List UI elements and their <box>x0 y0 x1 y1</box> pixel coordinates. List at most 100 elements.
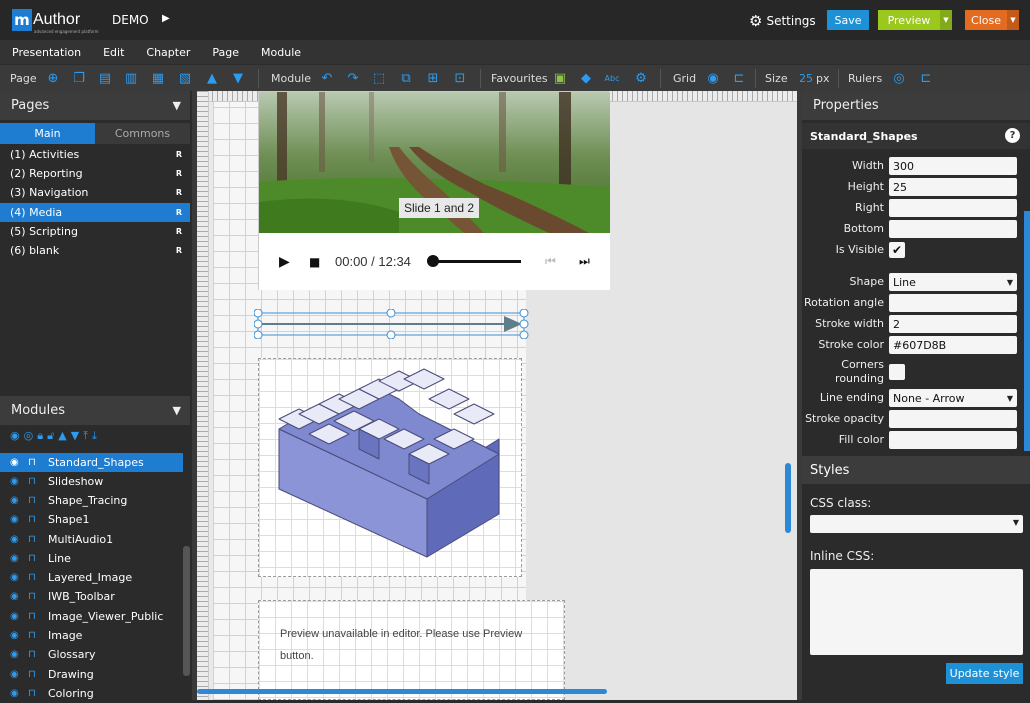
paste-page-icon[interactable]: ▦ <box>149 69 167 87</box>
ruler-snap-icon[interactable]: ⊏ <box>917 69 935 87</box>
unlock-icon[interactable]: ⊓ <box>28 611 48 622</box>
eye-off-icon[interactable]: ◎ <box>890 69 908 87</box>
rotation-input[interactable] <box>889 294 1017 312</box>
eye-icon[interactable]: ◉ <box>704 69 722 87</box>
update-style-button[interactable]: Update style <box>946 663 1023 684</box>
stroke-color-input[interactable]: #607D8B <box>889 336 1017 354</box>
menu-chapter[interactable]: Chapter <box>146 46 190 59</box>
shape-icon[interactable]: ◆ <box>577 69 595 87</box>
menu-presentation[interactable]: Presentation <box>12 46 81 59</box>
group-icon[interactable]: ⧉ <box>397 69 415 87</box>
page-item[interactable]: (2) Reporting R <box>0 164 190 183</box>
image-icon[interactable]: ▣ <box>551 69 569 87</box>
right-input[interactable] <box>889 199 1017 217</box>
module-item[interactable]: ◉ ⊓ Image_Viewer_Public <box>0 607 183 626</box>
progress-handle[interactable] <box>427 255 439 267</box>
pages-icon[interactable]: ▥ <box>122 69 140 87</box>
slideshow-module[interactable]: Slide 1 and 2 ▶ ■ 00:00 / 12:34 ⏮︎ ⏭︎ <box>258 91 610 290</box>
eye-icon[interactable]: ◉ <box>10 572 28 583</box>
horizontal-scrollbar[interactable] <box>197 689 607 694</box>
vertical-scrollbar[interactable] <box>785 463 791 533</box>
unlock-icon[interactable]: ⊓ <box>28 688 48 699</box>
text-module[interactable]: Preview unavailable in editor. Please us… <box>258 600 565 700</box>
properties-scrollbar[interactable] <box>1024 211 1030 451</box>
unlock-icon[interactable]: ⊓ <box>28 495 48 506</box>
help-icon[interactable]: ? <box>1005 128 1020 143</box>
unlock-icon[interactable]: ⊓ <box>28 514 48 525</box>
module-item[interactable]: ◉ ⊓ Slideshow <box>0 472 183 491</box>
module-item[interactable]: ◉ ⊓ Shape1 <box>0 510 183 529</box>
module-item[interactable]: ◉ ⊓ Glossary <box>0 645 183 664</box>
page-item[interactable]: (5) Scripting R <box>0 222 190 241</box>
book-icon[interactable]: ▤ <box>96 69 114 87</box>
arrow-up-icon[interactable]: ▲ <box>203 69 221 87</box>
project-name[interactable]: DEMO <box>112 13 149 27</box>
corners-rounding-checkbox[interactable] <box>889 364 905 380</box>
page-item-selected[interactable]: (4) Media R <box>0 203 190 222</box>
arrow-down-icon[interactable]: ▼ <box>229 69 247 87</box>
unlock-icon[interactable]: ⊓ <box>28 457 48 468</box>
module-item[interactable]: ◉ ⊓ Line <box>0 549 183 568</box>
chevron-down-icon[interactable]: ▼ <box>1007 10 1019 30</box>
grid-size-value[interactable]: 25 <box>799 72 813 85</box>
stop-icon[interactable]: ■ <box>309 255 320 269</box>
redo-icon[interactable]: ↷ <box>344 69 362 87</box>
unlock-icon[interactable]: ⊓ <box>28 553 48 564</box>
close-button[interactable]: Close ▼ <box>965 10 1019 30</box>
page-item[interactable]: (3) Navigation R <box>0 183 190 202</box>
line-ending-select[interactable]: None - Arrow <box>889 389 1017 407</box>
page-item[interactable]: (1) Activities R <box>0 145 190 164</box>
lock-all-icon[interactable]: 🔒︎ <box>37 429 43 443</box>
lock-page-icon[interactable]: ▧ <box>176 69 194 87</box>
module-item[interactable]: ◉ ⊓ Shape_Tracing <box>0 491 183 510</box>
duplicate-page-icon[interactable]: ❐ <box>70 69 88 87</box>
module-item[interactable]: ◉ ⊓ Drawing <box>0 665 183 684</box>
move-bottom-icon[interactable]: ⤓ <box>92 429 97 443</box>
unlock-icon[interactable]: ⊓ <box>28 572 48 583</box>
undo-icon[interactable]: ↶ <box>318 69 336 87</box>
eye-icon[interactable]: ◉ <box>10 514 28 525</box>
progress-track[interactable] <box>431 260 521 263</box>
editor-canvas-area[interactable]: Slide 1 and 2 ▶ ■ 00:00 / 12:34 ⏮︎ ⏭︎ Pr… <box>197 91 797 700</box>
eye-icon[interactable]: ◉ <box>10 630 28 641</box>
fill-color-input[interactable] <box>889 431 1017 449</box>
shape-select[interactable]: Line <box>889 273 1017 291</box>
select-icon[interactable]: ⬚ <box>370 69 388 87</box>
add-page-icon[interactable]: ⊕ <box>44 69 62 87</box>
unlock-icon[interactable]: ⊓ <box>28 476 48 487</box>
hide-all-icon[interactable]: ◎ <box>24 429 34 443</box>
play-icon[interactable]: ▶ <box>279 254 290 270</box>
impossible-staircase-module[interactable] <box>258 358 522 577</box>
menu-module[interactable]: Module <box>261 46 301 59</box>
snap-icon[interactable]: ⊏ <box>730 69 748 87</box>
height-input[interactable]: 25 <box>889 178 1017 196</box>
eye-icon[interactable]: ◉ <box>10 534 28 545</box>
collapse-icon[interactable]: ▼ <box>173 404 181 417</box>
add-module-icon[interactable]: ⊡ <box>451 69 469 87</box>
gear-icon[interactable]: ⚙ <box>632 69 650 87</box>
stroke-width-input[interactable]: 2 <box>889 315 1017 333</box>
next-icon[interactable]: ⏭︎ <box>579 254 590 269</box>
module-item[interactable]: ◉ ⊓ Coloring <box>0 684 183 703</box>
tab-commons[interactable]: Commons <box>95 123 190 144</box>
unlock-icon[interactable]: ⊓ <box>28 649 48 660</box>
module-item[interactable]: ◉ ⊓ Layered_Image <box>0 568 183 587</box>
arrow-up-icon[interactable]: ▲ <box>58 429 66 443</box>
move-top-icon[interactable]: ⤒ <box>83 429 88 443</box>
page-item[interactable]: (6) blank R <box>0 241 190 260</box>
play-icon[interactable]: ▶ <box>162 13 170 24</box>
preview-button[interactable]: Preview ▼ <box>878 10 952 30</box>
collapse-icon[interactable]: ▼ <box>173 99 181 112</box>
eye-icon[interactable]: ◉ <box>10 688 28 699</box>
module-item-selected[interactable]: ◉ ⊓ Standard_Shapes <box>0 453 183 472</box>
eye-icon[interactable]: ◉ <box>10 476 28 487</box>
line-shape-module[interactable] <box>254 309 529 339</box>
is-visible-checkbox[interactable]: ✔ <box>889 242 905 258</box>
menu-page[interactable]: Page <box>212 46 239 59</box>
arrow-down-icon[interactable]: ▼ <box>71 429 79 443</box>
eye-icon[interactable]: ◉ <box>10 669 28 680</box>
settings-button[interactable]: ⚙ Settings <box>749 12 816 30</box>
css-class-select[interactable]: ▼ <box>810 515 1023 533</box>
width-input[interactable]: 300 <box>889 157 1017 175</box>
module-item[interactable]: ◉ ⊓ IWB_Toolbar <box>0 587 183 606</box>
